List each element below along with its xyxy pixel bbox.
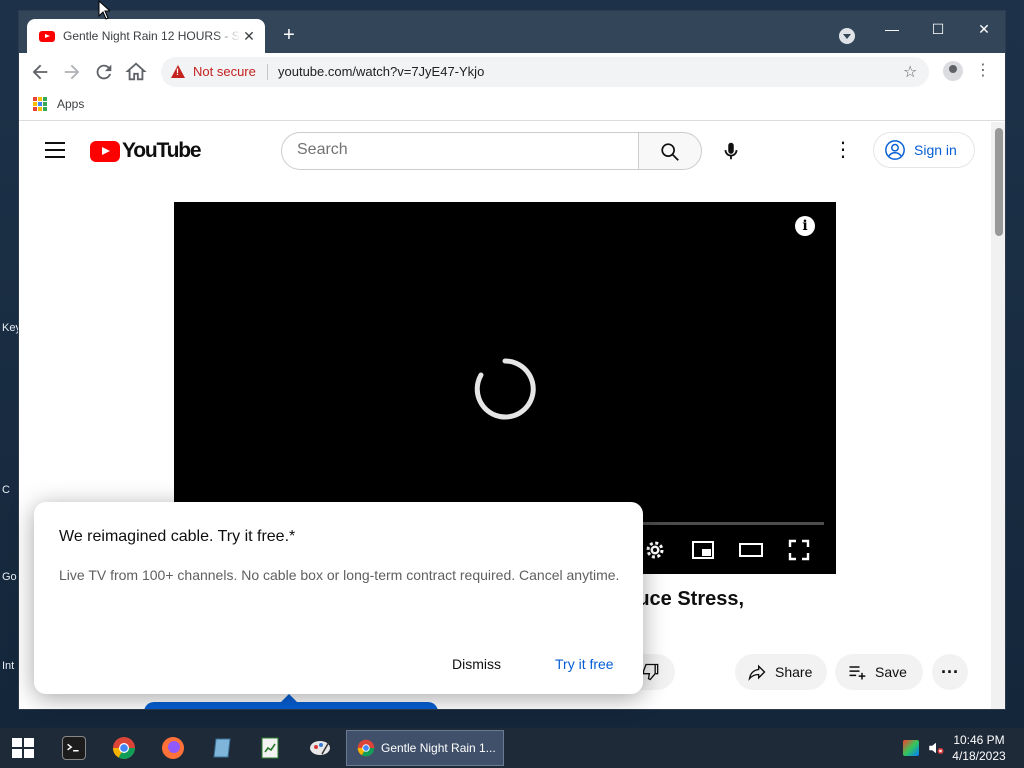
- hamburger-menu-icon[interactable]: [45, 142, 65, 158]
- browser-tab[interactable]: Gentle Night Rain 12 HOURS - Sleep, Rela…: [27, 19, 265, 53]
- profile-avatar-icon[interactable]: [943, 61, 963, 81]
- miniplayer-icon[interactable]: [691, 538, 715, 562]
- system-clock[interactable]: 10:46 PM 4/18/2023: [944, 732, 1014, 764]
- save-label: Save: [875, 664, 907, 680]
- taskbar: Gentle Night Rain 1... 10:46 PM 4/18/202…: [0, 728, 1024, 768]
- blue-banner-edge: [144, 702, 438, 709]
- browser-titlebar: Gentle Night Rain 12 HOURS - Sleep, Rela…: [19, 11, 1005, 53]
- minimize-button[interactable]: —: [869, 15, 915, 43]
- new-tab-button[interactable]: +: [279, 25, 299, 45]
- url-text[interactable]: youtube.com/watch?v=7JyE47-Ykjo: [278, 64, 484, 79]
- dismiss-button[interactable]: Dismiss: [452, 656, 501, 672]
- tab-search-icon[interactable]: [839, 28, 855, 44]
- share-label: Share: [775, 664, 813, 680]
- search-button[interactable]: [638, 132, 702, 170]
- reload-icon[interactable]: [93, 61, 115, 83]
- loading-spinner-icon: [474, 358, 536, 420]
- apps-bookmark[interactable]: Apps: [57, 97, 84, 111]
- paint-app-icon[interactable]: [308, 736, 332, 760]
- voice-search-button[interactable]: [711, 132, 751, 170]
- theater-mode-icon[interactable]: [739, 538, 763, 562]
- settings-menu-icon[interactable]: ⋮: [833, 137, 853, 162]
- youtube-favicon-icon: [39, 30, 55, 42]
- add-to-playlist-icon: [849, 666, 866, 680]
- browser-menu-icon[interactable]: ⋮: [975, 60, 991, 80]
- home-icon[interactable]: [125, 61, 147, 83]
- close-window-button[interactable]: ✕: [961, 15, 1005, 43]
- more-actions-button[interactable]: ···: [932, 654, 968, 690]
- more-horizontal-icon: ···: [941, 661, 959, 682]
- save-button[interactable]: Save: [835, 654, 923, 690]
- browser-toolbar: Not secure youtube.com/watch?v=7JyE47-Yk…: [19, 53, 1005, 89]
- promo-title: We reimagined cable. Try it free.*: [59, 528, 296, 545]
- search-box: [281, 132, 639, 170]
- spreadsheet-app-icon[interactable]: [258, 736, 282, 760]
- terminal-icon[interactable]: [62, 736, 86, 760]
- security-status[interactable]: Not secure: [193, 64, 256, 79]
- microphone-icon: [724, 142, 738, 160]
- forward-arrow-icon[interactable]: [61, 61, 83, 83]
- thumbs-down-icon: [642, 663, 659, 681]
- page-scrollbar[interactable]: [991, 122, 1005, 709]
- share-arrow-icon: [748, 664, 766, 681]
- taskbar-chrome-window[interactable]: Gentle Night Rain 1...: [346, 730, 504, 766]
- bookmark-star-icon[interactable]: ☆: [903, 62, 917, 82]
- sign-in-label: Sign in: [914, 142, 957, 158]
- try-it-free-button[interactable]: Try it free: [555, 656, 614, 672]
- search-input[interactable]: [297, 141, 617, 159]
- youtube-logo[interactable]: YouTube: [90, 139, 202, 162]
- account-icon: [885, 140, 905, 160]
- notes-app-icon[interactable]: [210, 736, 234, 760]
- taskbar-window-label: Gentle Night Rain 1...: [381, 741, 496, 755]
- settings-gear-icon[interactable]: [643, 538, 667, 562]
- desktop-icon-label[interactable]: Int: [2, 660, 14, 672]
- windows-start-icon[interactable]: [12, 738, 34, 758]
- clock-date: 4/18/2023: [952, 749, 1006, 763]
- tab-title: Gentle Night Rain 12 HOURS - Sleep, Rela…: [63, 29, 241, 43]
- apps-grid-icon[interactable]: [33, 97, 47, 111]
- color-app-tray-icon[interactable]: [903, 740, 919, 756]
- chrome-icon[interactable]: [112, 736, 136, 760]
- bookmarks-bar: Apps: [19, 89, 1005, 121]
- sign-in-button[interactable]: Sign in: [873, 132, 975, 168]
- youtube-play-logo-icon: [90, 140, 120, 162]
- search-icon: [661, 143, 679, 161]
- firefox-icon[interactable]: [161, 736, 185, 760]
- chrome-icon: [357, 739, 375, 757]
- not-secure-warning-icon[interactable]: [171, 65, 185, 78]
- desktop-icon-label[interactable]: Go: [2, 571, 17, 583]
- address-bar[interactable]: Not secure youtube.com/watch?v=7JyE47-Yk…: [161, 57, 929, 87]
- fullscreen-icon[interactable]: [787, 538, 811, 562]
- clock-time: 10:46 PM: [953, 733, 1005, 747]
- youtube-logo-text: YouTube: [122, 139, 202, 162]
- mouse-cursor-icon: [98, 0, 110, 20]
- volume-muted-icon[interactable]: [927, 739, 945, 757]
- promo-dialog: We reimagined cable. Try it free.* Live …: [34, 502, 643, 694]
- back-arrow-icon[interactable]: [29, 61, 51, 83]
- maximize-button[interactable]: ☐: [915, 15, 961, 43]
- omnibox-divider: [267, 64, 268, 80]
- share-button[interactable]: Share: [735, 654, 827, 690]
- info-icon[interactable]: i: [795, 216, 815, 236]
- tab-close-icon[interactable]: ✕: [241, 28, 257, 45]
- desktop-icon-label[interactable]: C: [2, 484, 10, 496]
- promo-body: Live TV from 100+ channels. No cable box…: [59, 567, 620, 583]
- scrollbar-thumb[interactable]: [995, 128, 1003, 236]
